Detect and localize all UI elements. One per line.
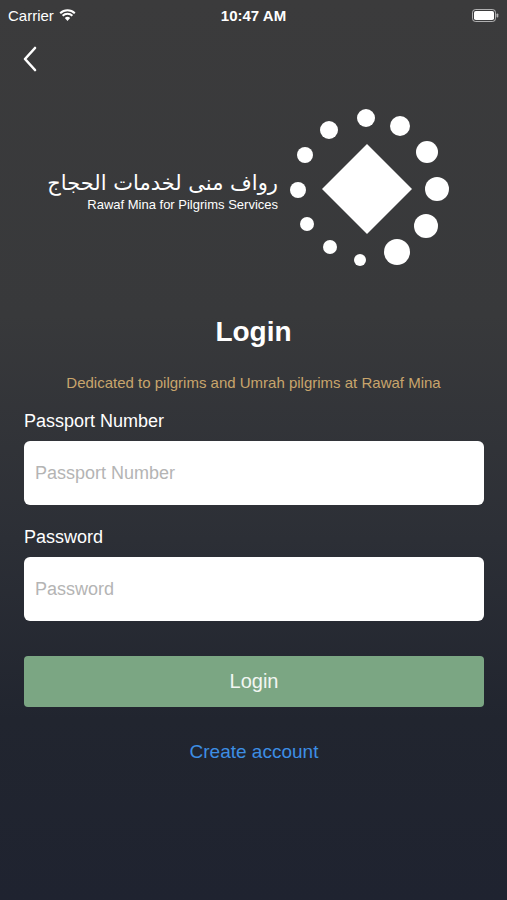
form-field: Passport Number (24, 411, 484, 505)
status-bar: Carrier 10:47 AM (0, 0, 507, 26)
brand-header: رواف منى لخدمات الحجاج Rawaf Mina for Pil… (0, 86, 507, 276)
brand-arabic-name: رواف منى لخدمات الحجاج (47, 171, 278, 195)
nav-bar (0, 26, 507, 86)
password-input[interactable] (24, 557, 484, 621)
form-field: Password (24, 527, 484, 621)
wifi-icon (59, 9, 76, 22)
carrier-label: Carrier (8, 7, 54, 24)
login-button[interactable]: Login (24, 656, 484, 707)
brand-english-name: Rawaf Mina for Pilgrims Services (87, 197, 278, 212)
status-right (335, 9, 499, 22)
status-time: 10:47 AM (172, 7, 336, 24)
battery-icon (472, 9, 499, 22)
field-label: Passport Number (24, 411, 484, 432)
brand-logo-icon (288, 106, 450, 276)
back-chevron-icon[interactable] (22, 46, 38, 72)
status-left: Carrier (8, 7, 172, 24)
login-form: Passport Number Password Login Create accou… (0, 411, 507, 763)
login-title: Login (0, 316, 507, 348)
create-account-link[interactable]: Create account (24, 741, 484, 763)
brand-text: رواف منى لخدمات الحجاج Rawaf Mina for Pil… (47, 171, 278, 212)
login-subtitle: Dedicated to pilgrims and Umrah pilgrims… (0, 374, 507, 391)
field-label: Password (24, 527, 484, 548)
passport-input[interactable] (24, 441, 484, 505)
login-screen: Carrier 10:47 AM رواف منى لخدمات الحجاج Raw… (0, 0, 507, 900)
